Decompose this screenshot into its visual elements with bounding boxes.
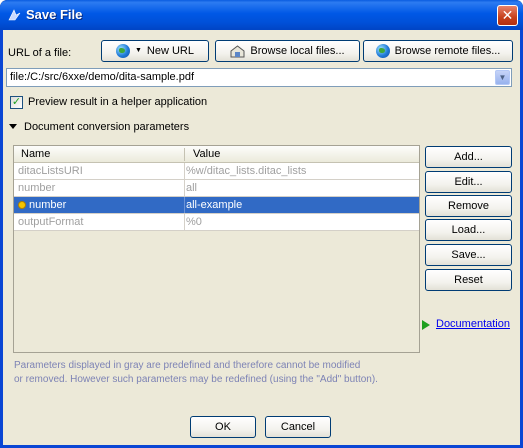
- column-divider[interactable]: [184, 148, 185, 161]
- table-row[interactable]: ditacListsURI %w/ditac_lists.ditac_lists: [14, 163, 419, 180]
- window-title: Save File: [26, 7, 83, 22]
- custom-param-icon: [18, 201, 26, 209]
- param-name: outputFormat: [18, 216, 84, 228]
- new-url-label: New URL: [146, 45, 194, 57]
- browse-local-label: Browse local files...: [250, 45, 345, 57]
- param-name-cell: number: [18, 199, 182, 211]
- table-row[interactable]: outputFormat %0: [14, 214, 419, 231]
- documentation-link[interactable]: Documentation: [436, 318, 510, 330]
- params-section-label[interactable]: Document conversion parameters: [24, 121, 189, 133]
- param-value: all-example: [186, 199, 243, 211]
- expand-triangle-icon[interactable]: [9, 124, 17, 129]
- dialog-body: URL of a file: ▼ New URL Browse local fi…: [3, 30, 520, 445]
- cell-divider: [184, 163, 185, 179]
- globe-icon: [375, 44, 390, 58]
- param-value: all: [186, 182, 198, 194]
- save-params-button[interactable]: Save...: [425, 244, 512, 266]
- table-row-selected[interactable]: number all-example: [14, 197, 419, 214]
- param-name: number: [18, 182, 56, 194]
- new-url-button[interactable]: ▼ New URL: [101, 40, 209, 62]
- params-table[interactable]: Name Value ditacListsURI %w/ditac_lists.…: [13, 145, 420, 353]
- browse-remote-label: Browse remote files...: [394, 45, 501, 57]
- chevron-down-icon[interactable]: ▼: [495, 70, 510, 85]
- play-arrow-icon: [422, 320, 430, 330]
- cancel-button[interactable]: Cancel: [265, 416, 331, 438]
- cell-divider: [184, 197, 185, 213]
- ok-button[interactable]: OK: [190, 416, 256, 438]
- cell-divider: [184, 180, 185, 196]
- close-button[interactable]: ✕: [497, 5, 518, 26]
- save-file-dialog: Save File ✕ URL of a file: ▼ New URL Bro…: [0, 0, 523, 448]
- param-value: %w/ditac_lists.ditac_lists: [186, 165, 307, 177]
- column-header-name[interactable]: Name: [21, 148, 50, 160]
- preview-checkbox[interactable]: ✓: [10, 96, 23, 109]
- preview-label[interactable]: Preview result in a helper application: [28, 96, 207, 108]
- browse-local-button[interactable]: Browse local files...: [215, 40, 360, 62]
- dropdown-caret-icon: ▼: [134, 47, 142, 54]
- note-line-2: or removed. However such parameters may …: [14, 374, 378, 385]
- note-line-1: Parameters displayed in gray are predefi…: [14, 360, 361, 371]
- load-button[interactable]: Load...: [425, 219, 512, 241]
- remove-button[interactable]: Remove: [425, 195, 512, 217]
- param-name: number: [29, 199, 67, 211]
- title-bar[interactable]: Save File ✕: [0, 0, 523, 30]
- globe-icon: [115, 44, 130, 58]
- reset-button[interactable]: Reset: [425, 269, 512, 291]
- app-icon: [8, 9, 21, 21]
- url-combobox[interactable]: file:/C:/src/6xxe/demo/dita-sample.pdf ▼: [6, 68, 512, 87]
- checkmark-icon: ✓: [11, 96, 22, 108]
- local-folder-icon: [230, 44, 245, 57]
- table-header: Name Value: [14, 146, 419, 163]
- column-header-value[interactable]: Value: [193, 148, 220, 160]
- browse-remote-button[interactable]: Browse remote files...: [363, 40, 513, 62]
- param-name: ditacListsURI: [18, 165, 83, 177]
- edit-button[interactable]: Edit...: [425, 171, 512, 193]
- url-label: URL of a file:: [8, 47, 72, 59]
- param-value: %0: [186, 216, 202, 228]
- table-row[interactable]: number all: [14, 180, 419, 197]
- add-button[interactable]: Add...: [425, 146, 512, 168]
- url-value: file:/C:/src/6xxe/demo/dita-sample.pdf: [10, 71, 195, 83]
- close-icon: ✕: [501, 7, 514, 23]
- cell-divider: [184, 214, 185, 230]
